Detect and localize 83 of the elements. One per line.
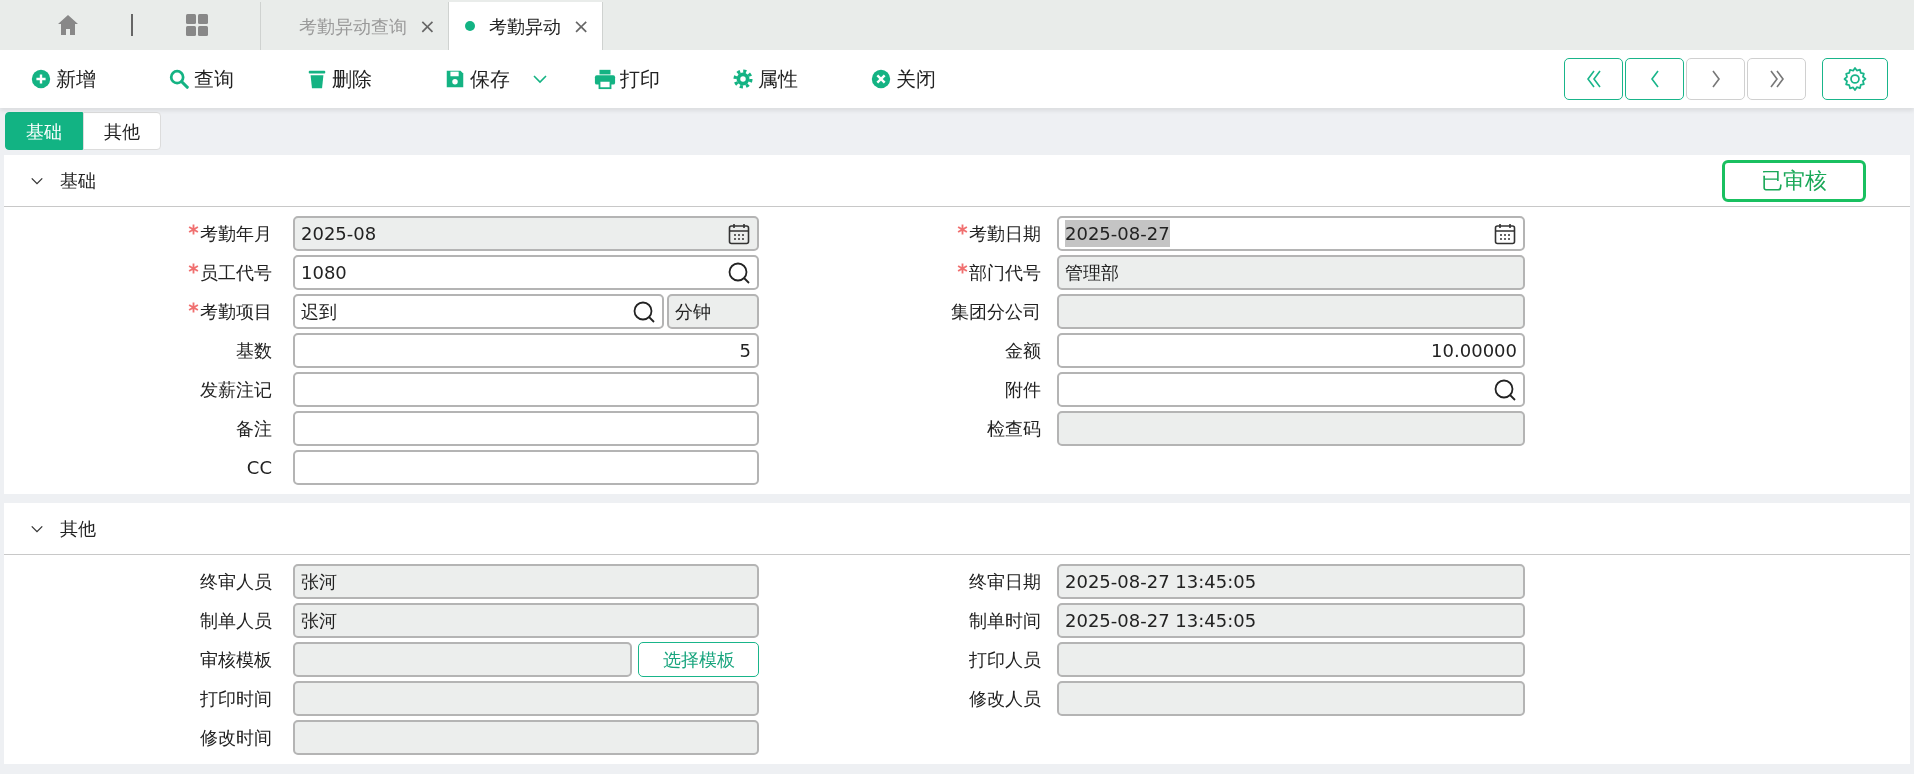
input-field[interactable]: 5 — [293, 333, 759, 368]
field-label: 考勤日期 — [969, 222, 1041, 246]
grid-icon[interactable] — [185, 13, 209, 37]
input-field[interactable] — [293, 720, 759, 755]
input-field[interactable]: 2025-08-27 13:45:05 — [1057, 564, 1525, 599]
field-label: 打印人员 — [969, 648, 1041, 672]
section-title: 基础 — [60, 169, 96, 193]
input-field[interactable] — [293, 411, 759, 446]
tab-label: 考勤异动查询 — [299, 14, 407, 39]
input-field[interactable]: 2025-08-27 13:45:05 — [1057, 603, 1525, 638]
input-field[interactable] — [1057, 411, 1525, 446]
search-icon — [168, 68, 190, 90]
settings-icon — [1841, 65, 1869, 93]
field-label: 考勤项目 — [200, 300, 272, 324]
add-button[interactable]: 新增 — [30, 64, 168, 94]
previous-page-button[interactable] — [1625, 58, 1684, 100]
input-field[interactable] — [293, 372, 759, 407]
document-tab[interactable]: 考勤异动 × — [447, 2, 603, 50]
search-icon[interactable] — [1493, 377, 1517, 402]
printer-icon — [594, 68, 616, 90]
lookup-field[interactable]: 迟到 — [293, 294, 664, 329]
input-field[interactable] — [1057, 681, 1525, 716]
save-button[interactable]: 保存 — [444, 64, 594, 94]
close-circle-icon — [870, 68, 892, 90]
field-label: CC — [246, 456, 272, 480]
double-chevron-right-icon — [1769, 70, 1784, 88]
search-icon[interactable] — [632, 299, 656, 324]
dot-icon — [464, 21, 475, 31]
status-stamp: 已审核 — [1722, 159, 1866, 202]
field-label: 部门代号 — [969, 261, 1041, 285]
trash-icon — [306, 68, 328, 90]
lookup-field[interactable] — [1057, 372, 1525, 407]
field-label: 附件 — [1005, 378, 1041, 402]
first-page-button[interactable] — [1564, 58, 1623, 100]
input-field[interactable]: 张河 — [293, 564, 759, 599]
field-label: 考勤年月 — [200, 222, 272, 246]
lookup-field[interactable]: 1080 — [293, 255, 759, 290]
tab-label: 考勤异动 — [488, 14, 561, 39]
properties-button[interactable]: 属性 — [732, 64, 870, 94]
print-button[interactable]: 打印 — [594, 64, 732, 94]
close-tab-button[interactable]: × — [572, 16, 590, 36]
close-tab-button[interactable]: × — [419, 16, 436, 36]
field-label: 制单人员 — [200, 609, 272, 633]
input-field[interactable] — [1057, 642, 1525, 677]
field-label: 集团分公司 — [951, 300, 1041, 324]
section-tab[interactable]: 其他 — [83, 112, 161, 150]
field-label: 审核模板 — [200, 648, 272, 672]
home-icon[interactable] — [56, 13, 80, 37]
input-field[interactable] — [293, 642, 632, 677]
input-field[interactable]: 张河 — [293, 603, 759, 638]
date-field[interactable]: 2025-08 — [293, 216, 759, 251]
delete-button[interactable]: 删除 — [306, 64, 444, 94]
section-title: 其他 — [60, 517, 96, 541]
field-label: 修改时间 — [200, 726, 272, 750]
input-field[interactable]: 10.00000 — [1057, 333, 1525, 368]
input-field[interactable] — [1057, 294, 1525, 329]
field-label: 基数 — [236, 339, 272, 363]
field-label: 员工代号 — [200, 261, 272, 285]
input-field[interactable] — [293, 681, 759, 716]
input-field[interactable]: 管理部 — [1057, 255, 1525, 290]
field-label: 终审日期 — [969, 570, 1041, 594]
field-label: 修改人员 — [969, 687, 1041, 711]
field-label: 终审人员 — [200, 570, 272, 594]
calendar-icon[interactable] — [727, 221, 751, 246]
field-label: 制单时间 — [969, 609, 1041, 633]
plus-circle-icon — [30, 68, 52, 90]
chevron-right-icon — [1711, 70, 1720, 88]
field-label: 发薪注记 — [200, 378, 272, 402]
input-field[interactable] — [293, 450, 759, 485]
field-label: 打印时间 — [200, 687, 272, 711]
field-label: 检查码 — [987, 417, 1041, 441]
search-icon[interactable] — [727, 260, 751, 285]
field-label: 备注 — [236, 417, 272, 441]
date-field[interactable]: 2025-08-27 — [1057, 216, 1525, 251]
calendar-icon[interactable] — [1493, 221, 1517, 246]
field-label: 金额 — [1005, 339, 1041, 363]
settings-button[interactable] — [1822, 58, 1888, 100]
double-chevron-left-icon — [1586, 70, 1601, 88]
close-button[interactable]: 关闭 — [870, 64, 1008, 94]
unit-field: 分钟 — [667, 294, 759, 329]
chevron-left-icon — [1650, 70, 1659, 88]
search-button[interactable]: 查询 — [168, 64, 306, 94]
gear-icon — [732, 68, 754, 90]
